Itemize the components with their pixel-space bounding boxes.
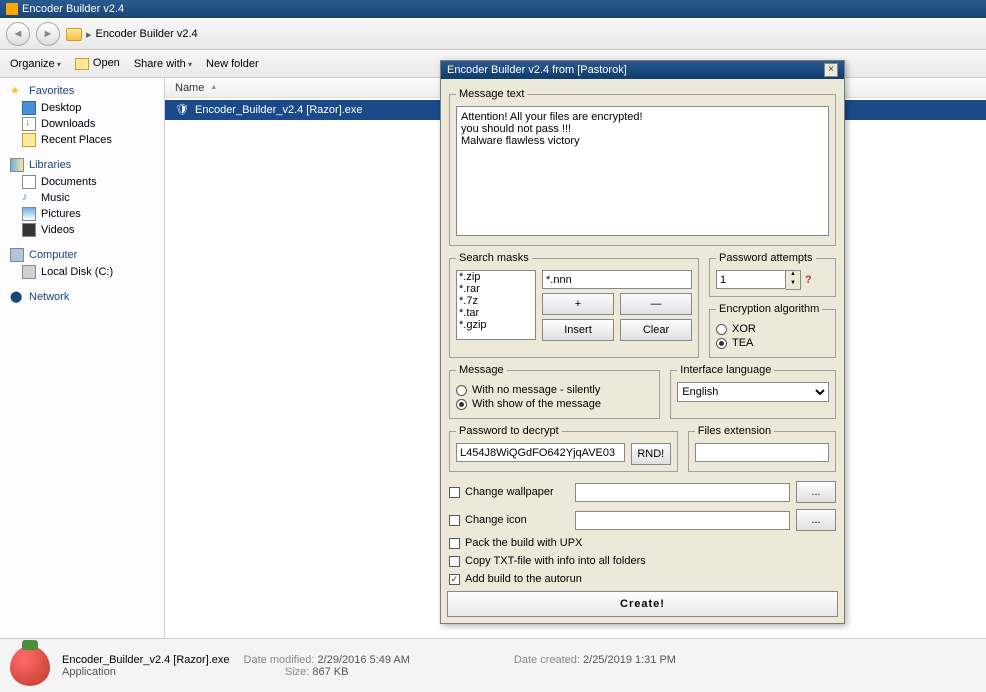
create-button[interactable]: Create! [447,591,838,617]
message-mode-group: Message With no message - silently With … [449,364,660,419]
sidebar-item-downloads[interactable]: Downloads [10,116,164,132]
radio-silent[interactable]: With no message - silently [456,384,653,396]
file-name: Encoder_Builder_v2.4 [Razor].exe [195,104,363,116]
dialog-title: Encoder Builder v2.4 from [Pastorok] [447,64,627,76]
nav-bar: ◄ ► ▸ Encoder Builder v2.4 [0,18,986,50]
radio-tea[interactable]: TEA [716,337,829,349]
window-titlebar: Encoder Builder v2.4 [0,0,986,18]
network-icon: ⬤ [10,290,24,304]
sidebar-computer-header[interactable]: Computer [10,248,164,262]
sidebar-item-music[interactable]: ♪Music [10,190,164,206]
star-icon: ★ [10,84,24,98]
search-masks-group: Search masks *.zip*.rar*.7z*.tar*.gzip +… [449,252,699,358]
chevron-right-icon: ▸ [86,28,92,41]
sidebar-item-desktop[interactable]: Desktop [10,100,164,116]
app-icon [6,3,18,15]
spin-down-icon[interactable]: ▼ [786,280,800,289]
message-text-group: Message text [449,88,836,246]
radio-xor[interactable]: XOR [716,323,829,335]
check-txt[interactable]: Copy TXT-file with info into all folders [449,555,836,567]
computer-icon [10,248,24,262]
exe-icon: 🛡 [175,103,189,117]
disk-icon [22,265,36,279]
sidebar-item-localdisk[interactable]: Local Disk (C:) [10,264,164,280]
folder-icon [66,28,82,41]
newfolder-button[interactable]: New folder [206,58,259,70]
remove-mask-button[interactable]: — [620,293,692,315]
status-filetype: Application [62,666,116,678]
open-button[interactable]: Open [75,57,120,69]
sidebar-network-header[interactable]: ⬤Network [10,290,164,304]
insert-button[interactable]: Insert [542,319,614,341]
check-autorun[interactable]: Add build to the autorun [449,573,836,585]
check-wallpaper[interactable]: Change wallpaper [449,486,569,498]
share-menu[interactable]: Share with [134,58,192,70]
masks-listbox[interactable]: *.zip*.rar*.7z*.tar*.gzip [456,270,536,340]
sidebar: ★Favorites Desktop Downloads Recent Plac… [0,78,165,638]
password-attempts-group: Password attempts ▲▼ ? [709,252,836,297]
check-upx[interactable]: Pack the build with UPX [449,537,836,549]
organize-menu[interactable]: Organize [10,58,61,70]
check-icon-change[interactable]: Change icon [449,514,569,526]
add-mask-button[interactable]: + [542,293,614,315]
recent-icon [22,133,36,147]
password-group: Password to decrypt RND! [449,425,678,472]
sidebar-item-pictures[interactable]: Pictures [10,206,164,222]
breadcrumb-current: Encoder Builder v2.4 [96,28,198,40]
sidebar-favorites-header[interactable]: ★Favorites [10,84,164,98]
documents-icon [22,175,36,189]
extension-group: Files extension [688,425,836,472]
message-text-input[interactable] [456,106,829,236]
language-group: Interface language English [670,364,836,419]
encoder-dialog: Encoder Builder v2.4 from [Pastorok] × M… [440,60,845,624]
mask-input[interactable] [542,270,692,289]
help-icon[interactable]: ? [805,274,812,286]
file-thumbnail-icon [10,646,50,686]
close-icon[interactable]: × [824,63,838,77]
desktop-icon [22,101,36,115]
icon-path-input[interactable] [575,511,790,530]
clear-button[interactable]: Clear [620,319,692,341]
spin-up-icon[interactable]: ▲ [786,271,800,280]
encryption-group: Encryption algorithm XOR TEA [709,303,836,358]
sidebar-item-recent[interactable]: Recent Places [10,132,164,148]
downloads-icon [22,117,36,131]
libraries-icon [10,158,24,172]
dialog-titlebar[interactable]: Encoder Builder v2.4 from [Pastorok] × [441,61,844,79]
radio-show[interactable]: With show of the message [456,398,653,410]
forward-button[interactable]: ► [36,22,60,46]
language-select[interactable]: English [677,382,829,402]
pictures-icon [22,207,36,221]
back-button[interactable]: ◄ [6,22,30,46]
status-filename: Encoder_Builder_v2.4 [Razor].exe [62,654,230,666]
sidebar-item-videos[interactable]: Videos [10,222,164,238]
wallpaper-path-input[interactable] [575,483,790,502]
sort-asc-icon: ▲ [210,84,217,91]
sidebar-libraries-header[interactable]: Libraries [10,158,164,172]
music-icon: ♪ [22,191,36,205]
rnd-button[interactable]: RND! [631,443,671,465]
videos-icon [22,223,36,237]
status-bar: Encoder_Builder_v2.4 [Razor].exe Date mo… [0,638,986,692]
browse-icon-button[interactable]: ... [796,509,836,531]
browse-wallpaper-button[interactable]: ... [796,481,836,503]
sidebar-item-documents[interactable]: Documents [10,174,164,190]
password-input[interactable] [456,443,625,462]
password-attempts-stepper[interactable]: ▲▼ [716,270,801,290]
breadcrumb[interactable]: ▸ Encoder Builder v2.4 [66,28,198,41]
extension-input[interactable] [695,443,829,462]
window-title: Encoder Builder v2.4 [22,3,124,15]
open-icon [75,58,89,70]
